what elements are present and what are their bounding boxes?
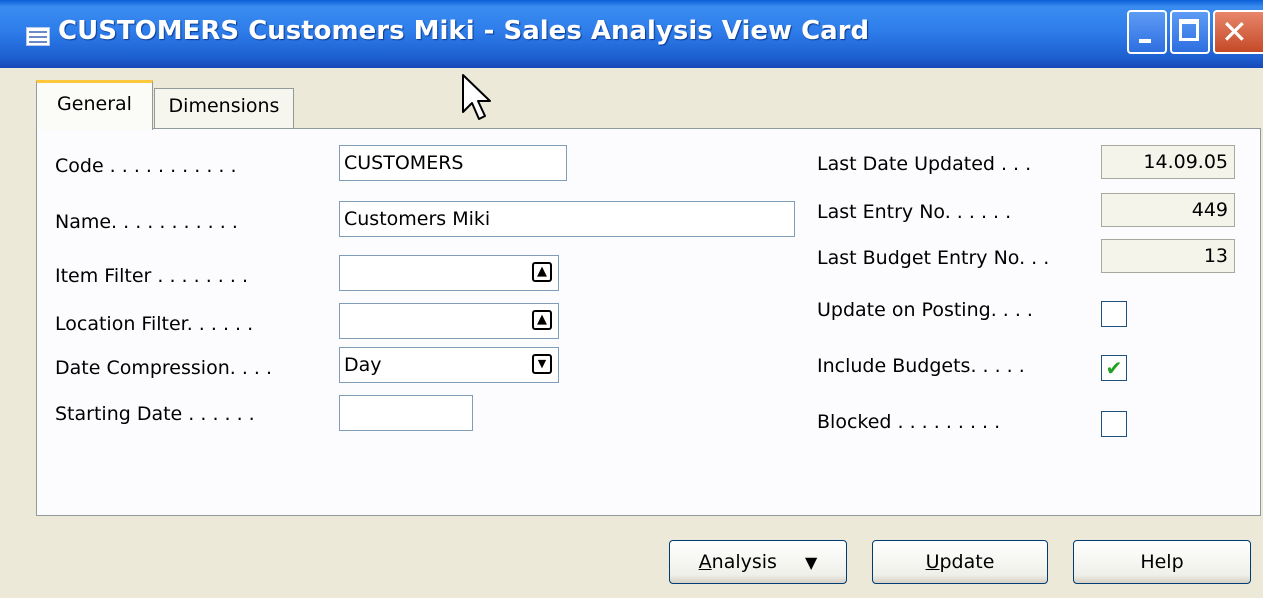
code-label: Code . . . . . . . . . . . [55,155,237,177]
tab-general[interactable]: General [36,80,153,130]
code-field[interactable]: CUSTOMERS [339,145,567,181]
lookup-icon[interactable]: ▲ [532,310,552,330]
date-compression-value: Day [344,354,382,376]
update-on-posting-checkbox[interactable] [1101,301,1127,327]
analysis-label: nalysis [711,551,777,573]
check-icon: ✔ [1105,356,1123,380]
lookup-icon[interactable]: ▲ [532,262,552,282]
minimize-icon [1139,39,1151,43]
table-icon [26,27,50,46]
blocked-checkbox[interactable] [1101,411,1127,437]
include-budgets-label: Include Budgets. . . . . [817,355,1025,377]
minimize-button[interactable] [1127,10,1167,54]
close-icon: ✕ [1221,13,1248,51]
title-bar[interactable]: CUSTOMERS Customers Miki - Sales Analysi… [0,0,1263,68]
last-budget-entry-no-label: Last Budget Entry No. . . [817,247,1050,269]
last-date-updated-field: 14.09.05 [1101,145,1235,179]
mouse-cursor-icon [462,74,491,120]
location-filter-label: Location Filter. . . . . . [55,313,254,335]
item-filter-field[interactable]: ▲ [339,255,559,291]
name-field[interactable]: Customers Miki [339,201,795,237]
help-button[interactable]: Help [1073,540,1251,584]
close-button[interactable]: ✕ [1213,10,1263,54]
starting-date-field[interactable] [339,395,473,431]
last-entry-no-field: 449 [1101,193,1235,227]
update-on-posting-label: Update on Posting. . . . [817,299,1033,321]
location-filter-field[interactable]: ▲ [339,303,559,339]
last-date-updated-label: Last Date Updated . . . [817,153,1032,175]
update-button[interactable]: Update [872,540,1048,584]
update-accel: U [925,551,940,573]
maximize-icon [1179,19,1199,41]
tab-dimensions[interactable]: Dimensions [154,88,294,128]
window-title: CUSTOMERS Customers Miki - Sales Analysi… [58,16,870,46]
starting-date-label: Starting Date . . . . . . [55,403,255,425]
dropdown-icon[interactable]: ▼ [532,354,552,374]
date-compression-label: Date Compression. . . . [55,357,273,379]
last-budget-entry-no-field: 13 [1101,239,1235,273]
last-entry-no-label: Last Entry No. . . . . . [817,201,1012,223]
blocked-label: Blocked . . . . . . . . . [817,411,1001,433]
maximize-button[interactable] [1170,10,1210,54]
chevron-down-icon: ▼ [805,553,818,572]
analysis-accel: A [698,551,712,573]
analysis-button[interactable]: Analysis ▼ [669,540,847,584]
item-filter-label: Item Filter . . . . . . . . [55,265,248,287]
date-compression-select[interactable]: Day ▼ [339,347,559,383]
general-panel: Code . . . . . . . . . . . CUSTOMERS Nam… [36,128,1261,516]
update-label: pdate [939,551,995,573]
include-budgets-checkbox[interactable]: ✔ [1101,355,1127,381]
name-label: Name. . . . . . . . . . . [55,211,238,233]
